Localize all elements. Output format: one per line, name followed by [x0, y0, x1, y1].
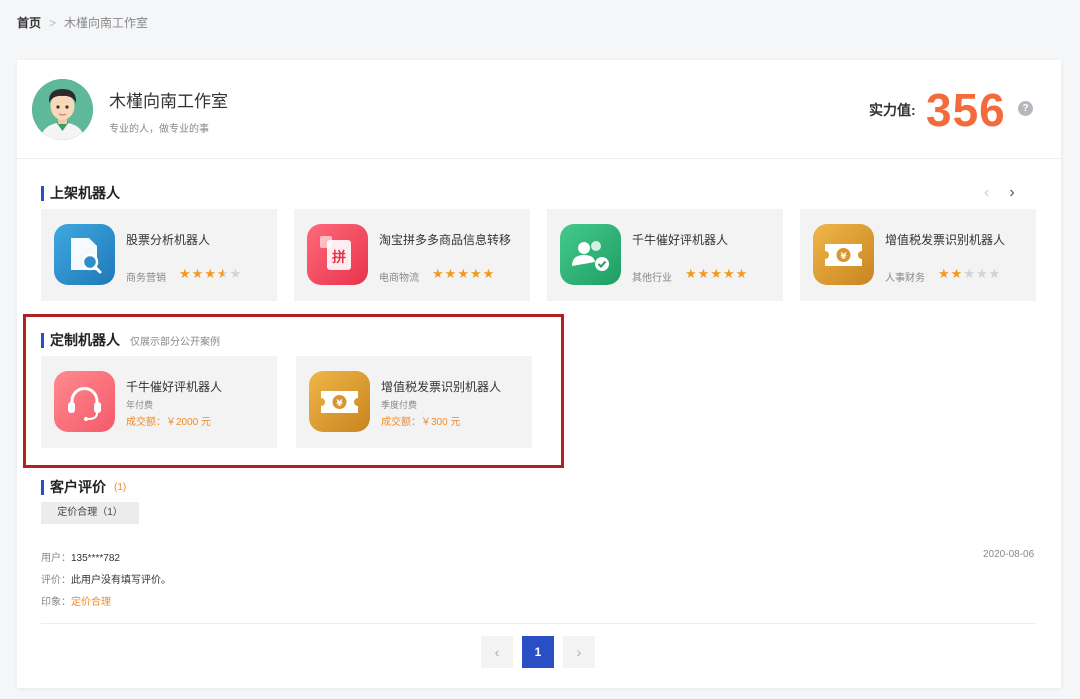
- star-icon: ★: [697, 266, 711, 281]
- bot-category: 商务营销: [126, 273, 166, 284]
- chevron-right-icon: >: [49, 15, 57, 30]
- custom-title-text: 定制机器人: [50, 332, 120, 348]
- breadcrumb: 首页 > 木槿向南工作室: [17, 14, 148, 31]
- bot-name: 淘宝拼多多商品信息转移: [379, 233, 512, 247]
- star-icon: ★: [444, 266, 458, 281]
- users-check-icon: [560, 224, 621, 285]
- star-icon: ★: [191, 266, 205, 281]
- star-icon: ★: [204, 266, 217, 281]
- star-icon: ★: [216, 266, 230, 281]
- listed-title-text: 上架机器人: [50, 185, 120, 201]
- star-icon: ★: [229, 266, 243, 281]
- custom-subtitle: 仅展示部分公开案例: [130, 336, 220, 348]
- headset-icon: [54, 371, 115, 432]
- review-user: 用户：135****782: [41, 549, 120, 564]
- custom-bot-card[interactable]: 千牛催好评机器人 年付费 成交额：￥2000 元: [41, 356, 277, 448]
- reviews-count: (1): [114, 481, 127, 493]
- divider: [41, 623, 1036, 624]
- yuan-ticket-icon: ¥: [309, 371, 370, 432]
- bot-category: 人事财务: [885, 273, 925, 284]
- star-icon: ★: [950, 266, 964, 281]
- review-date: 2020-08-06: [983, 549, 1035, 560]
- breadcrumb-home-link[interactable]: 首页: [17, 14, 41, 31]
- review-user-label: 用户：: [41, 553, 71, 564]
- carousel-arrows: ‹ ›: [984, 184, 1015, 202]
- chevron-right-icon[interactable]: ›: [1009, 184, 1014, 202]
- shop-slogan: 专业的人，做专业的事: [109, 124, 209, 135]
- star-rating: ★★★★★: [179, 266, 242, 282]
- pinduoduo-icon: 拼: [307, 224, 368, 285]
- review-tag-filter[interactable]: 定价合理（1）: [41, 502, 139, 524]
- listed-section-title: 上架机器人: [41, 183, 120, 203]
- bot-name: 千牛催好评机器人: [126, 380, 223, 394]
- power-label: 实力值:: [869, 102, 916, 118]
- star-icon: ★: [432, 266, 445, 281]
- star-icon: ★: [685, 266, 698, 281]
- power-value: 356: [926, 84, 1006, 136]
- prev-page-button[interactable]: ‹: [481, 636, 513, 668]
- star-rating: ★★★★★: [432, 266, 495, 282]
- star-rating: ★★★★★: [938, 266, 1001, 282]
- deal-amount: 成交额：￥2000 元: [126, 417, 212, 428]
- bot-name: 千牛催好评机器人: [632, 233, 729, 247]
- breadcrumb-current: 木槿向南工作室: [64, 16, 149, 30]
- bot-name: 增值税发票识别机器人: [885, 233, 1006, 247]
- shop-card: 木槿向南工作室 专业的人，做专业的事 实力值: 356 ? 上架机器人 ‹ › …: [17, 60, 1061, 688]
- star-icon: ★: [975, 266, 989, 281]
- stock-analysis-icon: [54, 224, 115, 285]
- billing-cycle: 季度付费: [381, 400, 418, 410]
- reviews-section-title: 客户评价 (1): [41, 477, 126, 497]
- next-page-button[interactable]: ›: [563, 636, 595, 668]
- title-accent-bar: [41, 479, 44, 495]
- star-icon: ★: [988, 266, 1002, 281]
- review-impression: 印象：定价合理: [41, 593, 111, 608]
- title-accent-bar: [41, 332, 44, 348]
- review-comment-label: 评价：: [41, 575, 71, 586]
- star-rating: ★★★★★: [685, 266, 748, 282]
- shop-name: 木槿向南工作室: [109, 92, 228, 111]
- shop-header: 木槿向南工作室 专业的人，做专业的事 实力值: 356 ?: [17, 60, 1061, 159]
- help-icon[interactable]: ?: [1018, 101, 1033, 116]
- listed-bot-card[interactable]: 股票分析机器人 商务营销 ★★★★★: [41, 209, 277, 301]
- svg-text:¥: ¥: [336, 399, 343, 409]
- listed-bot-card[interactable]: ¥ 增值税发票识别机器人 人事财务 ★★★★★: [800, 209, 1036, 301]
- star-icon: ★: [179, 266, 192, 281]
- listed-bot-card[interactable]: 拼 淘宝拼多多商品信息转移 电商物流 ★★★★★: [294, 209, 530, 301]
- review-comment: 评价：此用户没有填写评价。: [41, 571, 171, 586]
- star-icon: ★: [938, 266, 951, 281]
- review-impression-value: 定价合理: [71, 597, 111, 608]
- billing-cycle: 年付费: [126, 400, 154, 410]
- svg-text:拼: 拼: [332, 249, 346, 266]
- svg-text:¥: ¥: [840, 252, 847, 262]
- bot-category: 其他行业: [632, 273, 672, 284]
- review-comment-value: 此用户没有填写评价。: [71, 575, 171, 586]
- star-icon: ★: [710, 266, 723, 281]
- bot-category: 电商物流: [379, 273, 419, 284]
- yuan-ticket-icon: ¥: [813, 224, 874, 285]
- page-1-button[interactable]: 1: [522, 636, 554, 668]
- star-icon: ★: [482, 266, 496, 281]
- star-icon: ★: [457, 266, 470, 281]
- avatar: [32, 79, 93, 140]
- chevron-left-icon[interactable]: ‹: [984, 184, 989, 202]
- title-accent-bar: [41, 185, 44, 201]
- custom-section-title: 定制机器人 仅展示部分公开案例: [41, 330, 220, 350]
- star-icon: ★: [963, 266, 976, 281]
- listed-bot-card[interactable]: 千牛催好评机器人 其他行业 ★★★★★: [547, 209, 783, 301]
- star-icon: ★: [469, 266, 483, 281]
- star-icon: ★: [722, 266, 736, 281]
- review-user-value: 135****782: [71, 553, 120, 564]
- reviews-title-text: 客户评价: [50, 479, 106, 495]
- bot-name: 股票分析机器人: [126, 233, 211, 247]
- deal-amount: 成交额：￥300 元: [381, 417, 461, 428]
- star-icon: ★: [735, 266, 749, 281]
- review-impression-label: 印象：: [41, 597, 71, 608]
- bot-name: 增值税发票识别机器人: [381, 380, 502, 394]
- custom-bot-card[interactable]: ¥ 增值税发票识别机器人 季度付费 成交额：￥300 元: [296, 356, 532, 448]
